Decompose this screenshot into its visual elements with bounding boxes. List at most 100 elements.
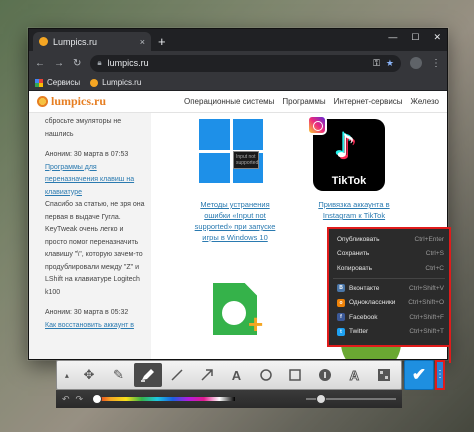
editor-subbar: ↶ ↷ <box>56 390 402 408</box>
monitor-icon: Input not supported <box>233 151 259 169</box>
logo-text: lumpics.ru <box>51 94 107 108</box>
forward-icon[interactable]: → <box>54 58 64 69</box>
menu-item-5[interactable]: o Одноклассники Ctrl+Shift+O <box>329 295 449 310</box>
comment-text: клавишу "\", которую зачем-то <box>45 251 143 258</box>
star-icon[interactable]: ★ <box>386 58 394 69</box>
blur-icon <box>377 369 390 381</box>
pencil-tool-button[interactable]: ✎ <box>104 363 132 387</box>
tab-close-icon[interactable]: × <box>140 37 145 47</box>
screenshot-editor-toolbar: ▴ ✥ ✎ A A <box>56 360 402 390</box>
numbering-tool-button[interactable] <box>311 363 339 387</box>
back-icon[interactable]: ← <box>35 58 45 69</box>
instagram-icon <box>307 115 327 135</box>
lock-icon[interactable]: 🔒︎ <box>97 58 101 68</box>
bookmark-label: Сервисы <box>47 78 81 87</box>
menu-item-label: Вконтакте <box>349 284 380 292</box>
line-tool-button[interactable] <box>163 363 191 387</box>
comment-text: Спасибо за статью, не зря она <box>45 201 145 208</box>
site-nav: Операционные системы Программы Интернет-… <box>184 97 439 106</box>
color-knob[interactable] <box>92 394 103 404</box>
menu-item-3[interactable]: Копировать Ctrl+C <box>329 261 449 276</box>
menu-separator <box>333 277 445 279</box>
address-bar[interactable]: 🔒︎ lumpics.ru ⚿ ★ <box>90 54 401 72</box>
highlight-connector <box>449 335 451 363</box>
text-tool-button[interactable]: A <box>222 363 250 387</box>
bookmark-lumpics[interactable]: Lumpics.ru <box>90 78 141 87</box>
numbering-icon <box>318 369 331 381</box>
site-logo[interactable]: lumpics.ru <box>37 94 106 109</box>
menu-item-shortcut: Ctrl+C <box>425 264 444 272</box>
menu-item-label: Копировать <box>337 264 372 272</box>
vk-icon: B <box>337 284 345 293</box>
reload-icon[interactable]: ↻ <box>73 58 81 69</box>
menu-item-label: Опубликовать <box>337 235 380 243</box>
bookmark-apps[interactable]: Сервисы <box>35 78 80 87</box>
bookmark-label: Lumpics.ru <box>102 78 142 87</box>
marker-tool-button[interactable] <box>133 363 163 387</box>
menu-item-6[interactable]: f Facebook Ctrl+Shift+F <box>329 310 449 325</box>
size-knob[interactable] <box>316 394 326 404</box>
menu-item-shortcut: Ctrl+Shift+F <box>409 313 444 321</box>
comment-article-link[interactable]: Как восстановить аккаунт в <box>45 320 145 333</box>
arrow-icon <box>201 369 213 381</box>
text-outline-tool-button[interactable]: A <box>340 363 368 387</box>
tab-lumpics[interactable]: Lumpics.ru × <box>33 32 151 51</box>
key-icon[interactable]: ⚿ <box>373 58 380 69</box>
new-tab-button[interactable]: + <box>158 35 166 48</box>
menu-item-shortcut: Ctrl+Shift+O <box>408 299 444 307</box>
tiktok-label: TikTok <box>331 175 367 187</box>
lumpics-favicon-icon <box>90 78 99 87</box>
nav-item-hardware[interactable]: Железо <box>411 97 439 106</box>
ellipse-icon <box>260 369 272 381</box>
menu-item-shortcut: Ctrl+Shift+V <box>408 284 444 292</box>
nav-item-os[interactable]: Операционные системы <box>184 97 274 106</box>
profile-avatar[interactable] <box>410 57 422 69</box>
tab-title: Lumpics.ru <box>53 36 98 47</box>
article-link-windows[interactable]: Методы устранения ошибки «Input not supp… <box>187 199 283 243</box>
marker-icon <box>140 369 154 382</box>
menu-dots-icon[interactable]: ⋮ <box>431 58 441 69</box>
collapse-icon[interactable]: ▴ <box>60 363 74 387</box>
close-window-icon[interactable]: ✕ <box>433 32 441 43</box>
menu-item-2[interactable]: Сохранить Ctrl+S <box>329 247 449 262</box>
comments-sidebar: сбросьте эмуляторы не нашлись Аноним: 30 м… <box>29 113 151 359</box>
article-link-tiktok[interactable]: Привязка аккаунта в Instagram к TikTok <box>309 199 399 221</box>
address-toolbar: ← → ↻ 🔒︎ lumpics.ru ⚿ ★ ⋮ <box>29 51 447 75</box>
url-text: lumpics.ru <box>107 58 149 68</box>
undo-icon[interactable]: ↶ <box>62 394 70 405</box>
brush-size-slider[interactable] <box>306 394 396 404</box>
menu-item-4[interactable]: B Вконтакте Ctrl+Shift+V <box>329 281 449 296</box>
comment-text: Аноним: 30 марта в 05:32 <box>45 309 129 316</box>
comment-article-link[interactable]: клавиатуре <box>45 187 145 200</box>
comment-text: LShift на клавиатуре Logitech <box>45 276 140 283</box>
site-header: lumpics.ru Операционные системы Программ… <box>29 91 447 113</box>
move-tool-button[interactable]: ✥ <box>75 363 103 387</box>
arrow-tool-button[interactable] <box>193 363 221 387</box>
ellipse-tool-button[interactable] <box>252 363 280 387</box>
ok-icon: o <box>337 298 345 307</box>
menu-item-1[interactable]: Опубликовать Ctrl+Enter <box>329 232 449 247</box>
menu-item-label: Сохранить <box>337 250 370 258</box>
nav-item-internet[interactable]: Интернет-сервисы <box>334 97 403 106</box>
menu-item-shortcut: Ctrl+S <box>425 250 444 258</box>
nav-item-programs[interactable]: Программы <box>282 97 325 106</box>
comment-article-link[interactable]: переназначения клавиш на <box>45 174 145 187</box>
tab-bar: Lumpics.ru × + — ☐ ✕ <box>29 29 447 51</box>
comment-article-link[interactable]: Программы для <box>45 162 145 175</box>
maximize-icon[interactable]: ☐ <box>411 32 419 43</box>
blur-tool-button[interactable] <box>370 363 398 387</box>
menu-item-7[interactable]: t Twitter Ctrl+Shift+T <box>329 325 449 340</box>
minimize-icon[interactable]: — <box>388 32 397 43</box>
color-palette-slider[interactable] <box>92 394 236 404</box>
confirm-button[interactable]: ✔ <box>404 360 434 390</box>
comment-text: k100 <box>45 288 61 296</box>
menu-item-shortcut: Ctrl+Enter <box>414 235 444 243</box>
comment-text: Аноним: 30 марта в 07:53 <box>45 151 129 158</box>
rectangle-tool-button[interactable] <box>281 363 309 387</box>
redo-icon[interactable]: ↷ <box>76 394 84 405</box>
twitter-icon: t <box>337 327 345 336</box>
comment-text: KeyTweak очень легко и <box>45 226 124 233</box>
more-options-button[interactable]: ⋮ <box>435 360 445 390</box>
facebook-icon: f <box>337 313 345 322</box>
comment-text: сбросьте эмуляторы не <box>45 118 122 125</box>
